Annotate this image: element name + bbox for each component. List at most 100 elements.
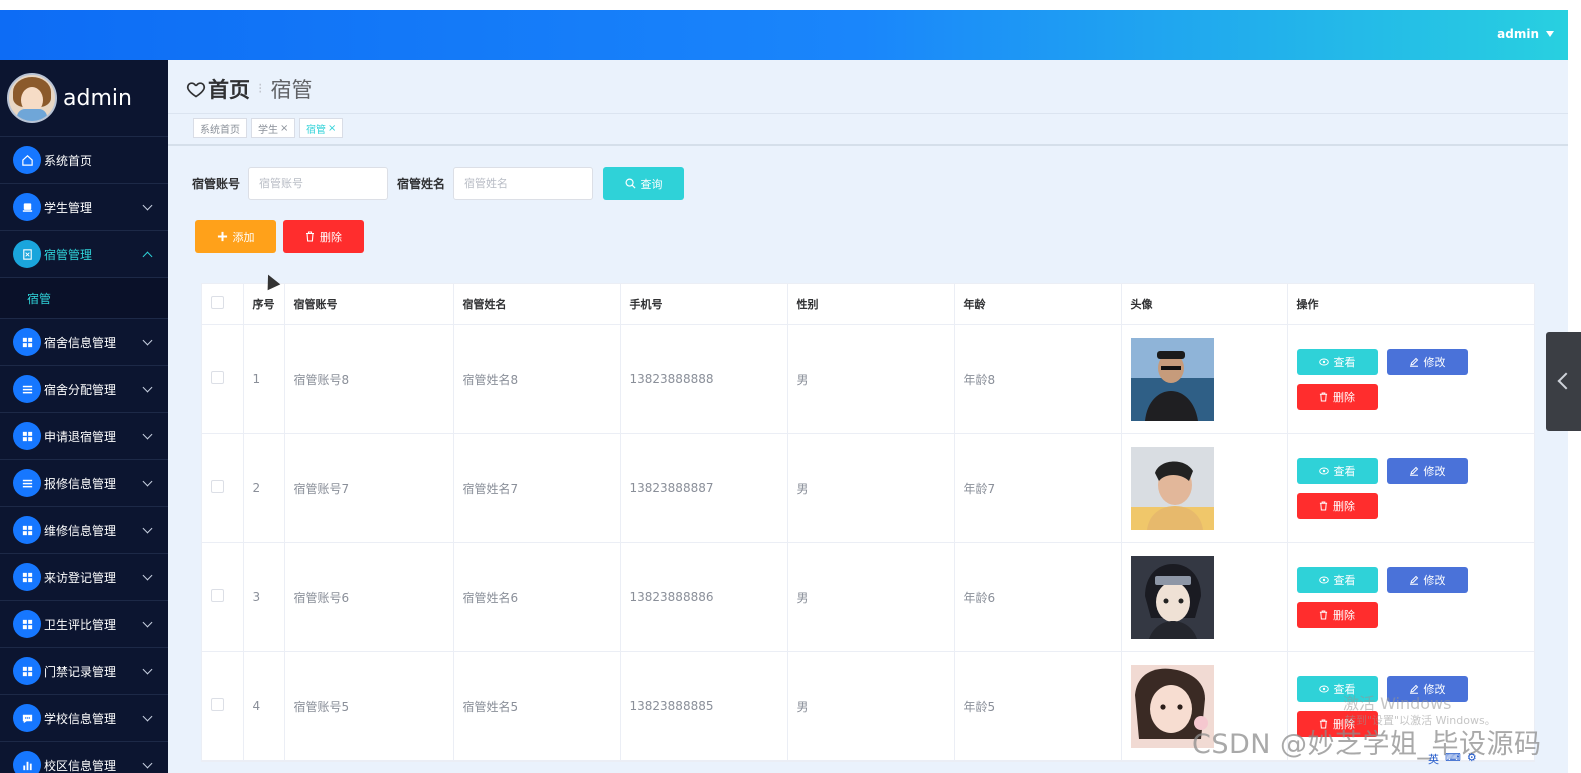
row-select-cell[interactable] (202, 433, 244, 543)
sidebar-subitem[interactable]: 宿管 (0, 278, 168, 319)
row-select-cell[interactable] (202, 324, 244, 434)
sidebar-item[interactable]: 宿舍分配管理 (0, 366, 168, 413)
settings-icon[interactable]: ⚙ (1467, 751, 1477, 767)
chevron-left-icon (1557, 372, 1575, 390)
view-button[interactable]: 查看 (1296, 457, 1378, 484)
ime-indicator[interactable]: 英 (1428, 751, 1439, 767)
sidebar-item[interactable]: 学校信息管理 (0, 695, 168, 742)
table-header-row: 序号 宿管账号 宿管姓名 手机号 性别 年龄 头像 操作 (202, 284, 1535, 325)
add-button[interactable]: 添加 (195, 220, 276, 253)
sidebar-item[interactable]: 宿舍信息管理 (0, 319, 168, 366)
sidebar-item[interactable]: 来访登记管理 (0, 554, 168, 601)
tab-label: 宿管 (306, 124, 326, 136)
document-icon (13, 240, 41, 268)
grid-icon (13, 328, 41, 356)
chevron-down-icon (142, 382, 153, 393)
close-icon[interactable]: × (328, 123, 336, 134)
plus-icon (217, 231, 227, 242)
avatar-cell (1121, 324, 1288, 434)
avatar-photo (1130, 337, 1214, 421)
breadcrumb: 首页 ⁝ 宿管 (186, 74, 312, 104)
batch-delete-button[interactable]: 删除 (283, 220, 364, 253)
index-cell: 4 (243, 651, 285, 761)
breadcrumb-separator: ⁝ (258, 81, 263, 97)
edit-label: 修改 (1423, 465, 1446, 478)
gender-cell: 男 (787, 433, 955, 543)
brand-name: admin (63, 85, 132, 111)
account-cell: 宿管账号8 (284, 324, 454, 434)
column-header: 头像 (1121, 284, 1288, 325)
sidebar-item-label: 维修信息管理 (44, 523, 117, 538)
column-header: 操作 (1287, 284, 1535, 325)
delete-button[interactable]: 删除 (1296, 383, 1378, 410)
column-header: 手机号 (620, 284, 788, 325)
edit-label: 修改 (1423, 356, 1446, 369)
search-icon (625, 178, 636, 189)
collapse-panel-handle[interactable] (1546, 332, 1581, 431)
sidebar-item[interactable]: 学生管理 (0, 184, 168, 231)
eye-icon (1318, 467, 1329, 474)
chat-icon (13, 704, 41, 732)
sidebar-item[interactable]: 卫生评比管理 (0, 601, 168, 648)
chevron-down-icon (142, 200, 153, 211)
sidebar-item[interactable]: 申请退宿管理 (0, 413, 168, 460)
column-header: 宿管账号 (284, 284, 454, 325)
name-cell: 宿管姓名6 (453, 542, 621, 652)
list-icon (13, 469, 41, 497)
row-checkbox[interactable] (211, 589, 224, 602)
breadcrumb-home[interactable]: 首页 (208, 74, 250, 104)
sidebar-item-label: 宿管管理 (44, 247, 93, 262)
edit-button[interactable]: 修改 (1386, 566, 1468, 593)
delete-button[interactable]: 删除 (1296, 492, 1378, 519)
eye-icon (1318, 358, 1329, 365)
row-checkbox[interactable] (211, 480, 224, 493)
tab-dorm-managers[interactable]: 宿管 × (299, 118, 344, 138)
keyboard-icon[interactable]: ⌨ (1445, 751, 1461, 767)
name-search-input[interactable] (453, 167, 594, 200)
system-tray: 英 ⌨ ⚙ (1428, 751, 1477, 767)
sidebar-item[interactable]: 校区信息管理 (0, 742, 168, 773)
query-button[interactable]: 查询 (603, 167, 685, 200)
avatar-cell (1121, 433, 1288, 543)
bar-chart-icon (13, 751, 41, 773)
age-cell: 年龄8 (954, 324, 1122, 434)
tab-students[interactable]: 学生 × (251, 118, 296, 138)
sidebar-item[interactable]: 宿管管理 (0, 231, 168, 278)
home-icon (13, 146, 41, 174)
sidebar-item[interactable]: 维修信息管理 (0, 507, 168, 554)
grid-icon (13, 422, 41, 450)
sidebar-item[interactable]: 系统首页 (0, 137, 168, 184)
chevron-down-icon (142, 758, 153, 769)
row-checkbox[interactable] (211, 371, 224, 384)
account-search-input[interactable] (248, 167, 389, 200)
avatar-cell (1121, 542, 1288, 652)
select-all-cell[interactable] (202, 284, 244, 325)
row-select-cell[interactable] (202, 542, 244, 652)
edit-button[interactable]: 修改 (1386, 457, 1468, 484)
csdn-watermark: CSDN @妙芝学姐_毕设源码 (1192, 729, 1542, 760)
name-label: 宿管姓名 (397, 177, 446, 191)
tab-label: 系统首页 (200, 124, 240, 136)
heart-icon (186, 82, 206, 98)
view-button[interactable]: 查看 (1296, 566, 1378, 593)
list-icon (13, 375, 41, 403)
close-icon[interactable]: × (280, 123, 288, 134)
row-select-cell[interactable] (202, 651, 244, 761)
chevron-down-icon (142, 335, 153, 346)
sidebar-item[interactable]: 门禁记录管理 (0, 648, 168, 695)
windows-activation-watermark: 激活 Windows (1343, 694, 1452, 713)
sidebar-item-label: 卫生评比管理 (44, 617, 117, 632)
user-menu[interactable]: admin (1497, 27, 1554, 41)
account-label: 宿管账号 (192, 177, 241, 191)
sidebar-item-label: 系统首页 (44, 153, 93, 168)
sidebar-item[interactable]: 报修信息管理 (0, 460, 168, 507)
view-button[interactable]: 查看 (1296, 348, 1378, 375)
caret-down-icon (1546, 31, 1554, 37)
delete-button[interactable]: 删除 (1296, 601, 1378, 628)
sidebar-item-label: 门禁记录管理 (44, 664, 117, 679)
row-checkbox[interactable] (211, 698, 224, 711)
edit-button[interactable]: 修改 (1386, 348, 1468, 375)
select-all-checkbox[interactable] (211, 296, 224, 309)
tab-system-home[interactable]: 系统首页 (193, 118, 247, 138)
chevron-down-icon (142, 617, 153, 628)
